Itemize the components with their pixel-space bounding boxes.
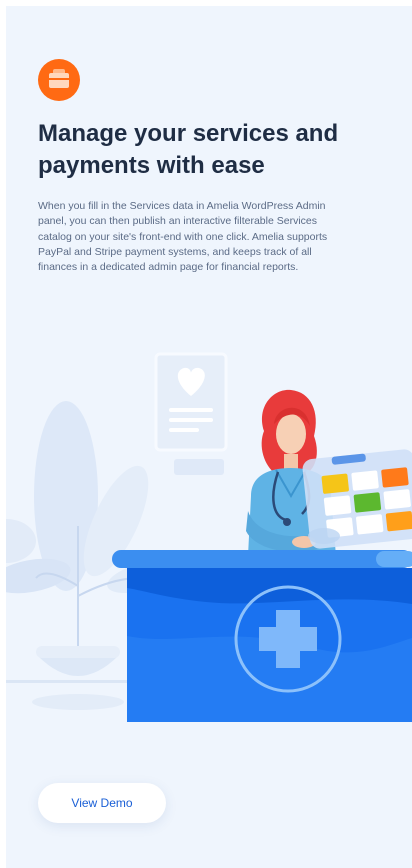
feature-title: Manage your services and payments with e… [38, 120, 339, 179]
services-panel-illustration [302, 449, 412, 549]
floor-line [6, 680, 136, 683]
wall-poster [154, 352, 228, 475]
reception-desk [112, 550, 412, 722]
feature-description: When you fill in the Services data in Am… [38, 200, 328, 274]
view-demo-button[interactable]: View Demo [38, 783, 166, 823]
feature-card: Manage your services and payments with e… [6, 6, 412, 868]
nurse-desk-illustration [6, 352, 412, 722]
services-icon [38, 59, 80, 101]
